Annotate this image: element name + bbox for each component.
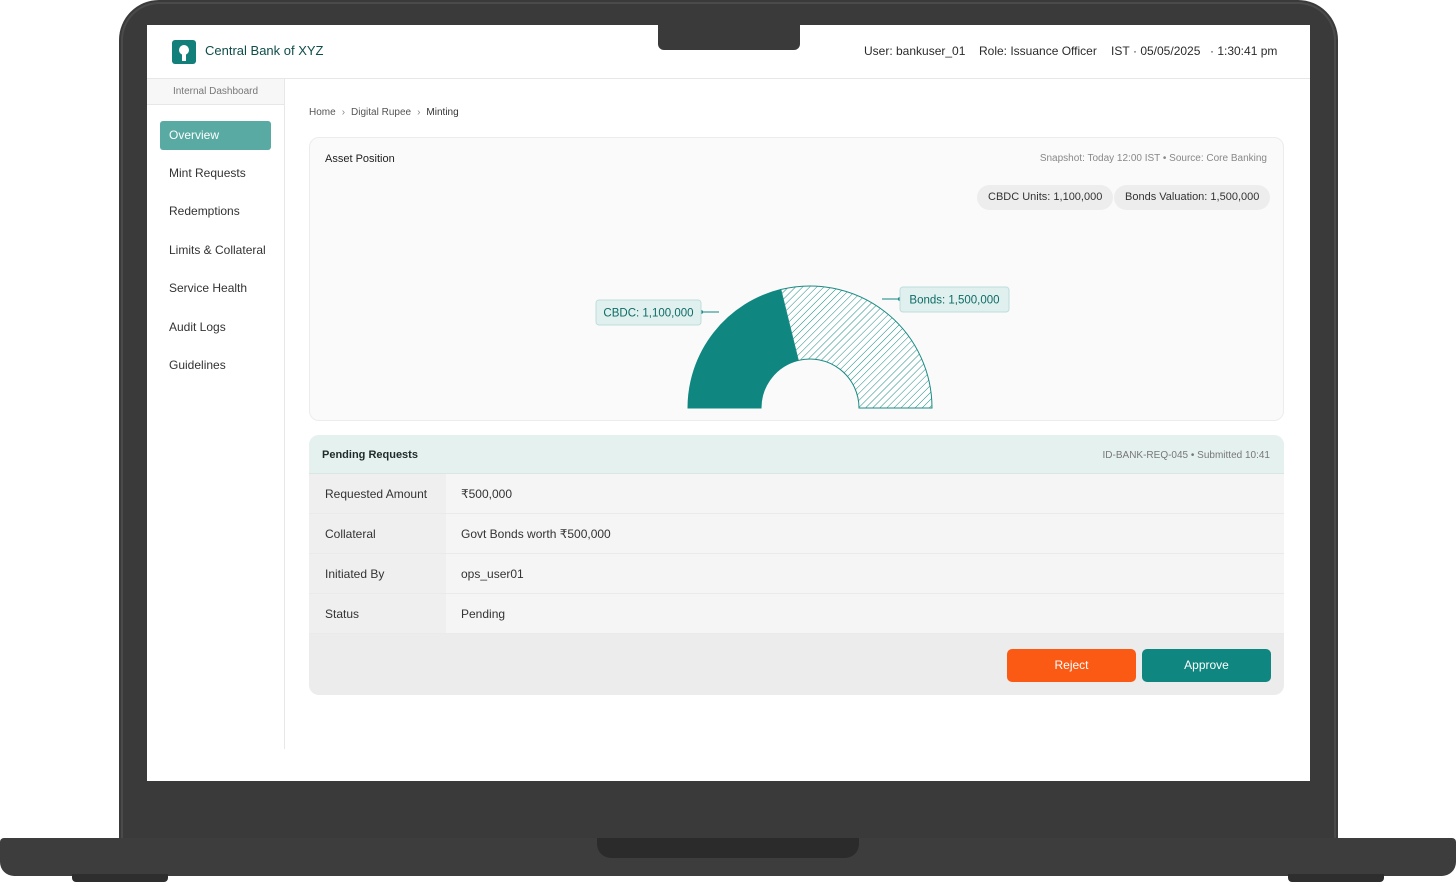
row-key: Status	[309, 594, 446, 633]
chevron-right-icon: ›	[341, 107, 346, 118]
time-label: · 1:30:41 pm	[1210, 44, 1278, 58]
brand-name: Central Bank of XYZ	[205, 43, 324, 58]
screen: Central Bank of XYZ User: bankuser_01 Ro…	[147, 25, 1310, 781]
laptop-foot-left	[72, 874, 168, 882]
row-key: Collateral	[309, 514, 446, 553]
sidebar-item-redemptions[interactable]: Redemptions	[160, 197, 271, 226]
pending-requests-header: Pending Requests ID-BANK-REQ-045 • Submi…	[309, 435, 1284, 474]
row-value: ops_user01	[446, 554, 1284, 593]
laptop-foot-right	[1288, 874, 1384, 882]
row-value: Govt Bonds worth ₹500,000	[446, 514, 1284, 553]
chevron-right-icon: ›	[417, 107, 421, 118]
bank-logo-icon	[172, 40, 196, 64]
breadcrumb-digital-rupee[interactable]: Digital Rupee	[351, 107, 411, 118]
row-key: Requested Amount	[309, 474, 446, 513]
breadcrumb-home[interactable]: Home	[309, 107, 336, 118]
data-label-bonds: Bonds: 1,500,000	[909, 295, 999, 307]
role-label: Role: Issuance Officer	[979, 44, 1097, 58]
sidebar-item-service-health[interactable]: Service Health	[160, 274, 271, 303]
cbdc-units-pill: CBDC Units: 1,100,000	[977, 185, 1114, 210]
sidebar: Internal Dashboard Overview Mint Request…	[147, 79, 285, 749]
user-label: User: bankuser_01	[864, 44, 966, 58]
date-label: · 05/05/2025	[1133, 44, 1201, 58]
asset-half-donut-chart: CBDC: 1,100,000 Bonds: 1,500,000	[595, 285, 1010, 409]
request-id-meta: ID-BANK-REQ-045 • Submitted 10:41	[1102, 450, 1270, 461]
asset-position-title: Asset Position	[325, 153, 395, 165]
breadcrumb-minting: Minting	[426, 107, 459, 118]
laptop-trackpad-notch	[597, 838, 859, 858]
pending-requests-card: Pending Requests ID-BANK-REQ-045 • Submi…	[309, 435, 1284, 695]
row-value: Pending	[446, 594, 1284, 633]
row-value: ₹500,000	[446, 474, 1284, 513]
sidebar-item-mint-requests[interactable]: Mint Requests	[160, 159, 271, 188]
asset-position-meta: Snapshot: Today 12:00 IST • Source: Core…	[1039, 153, 1267, 164]
sidebar-item-audit-logs[interactable]: Audit Logs	[160, 313, 271, 342]
row-key: Initiated By	[309, 554, 446, 593]
reject-button[interactable]: Reject	[1007, 649, 1136, 682]
breadcrumb: Home › Digital Rupee › Minting	[309, 107, 459, 118]
asset-position-card: Asset Position Snapshot: Today 12:00 IST…	[309, 137, 1284, 421]
timezone-label: IST	[1111, 44, 1130, 58]
table-row: Collateral Govt Bonds worth ₹500,000	[309, 514, 1284, 554]
sidebar-item-limits-collateral[interactable]: Limits & Collateral	[160, 236, 271, 265]
table-row: Status Pending	[309, 594, 1284, 634]
donut-slice-cbdc	[687, 288, 799, 409]
pending-requests-title: Pending Requests	[322, 449, 418, 461]
table-row: Requested Amount ₹500,000	[309, 474, 1284, 514]
sidebar-item-overview[interactable]: Overview	[160, 121, 271, 150]
bonds-valuation-pill: Bonds Valuation: 1,500,000	[1114, 185, 1271, 210]
data-label-cbdc: CBDC: 1,100,000	[603, 308, 693, 320]
sidebar-caption: Internal Dashboard	[147, 79, 284, 105]
request-details-table: Requested Amount ₹500,000 Collateral Gov…	[309, 474, 1284, 634]
table-row: Initiated By ops_user01	[309, 554, 1284, 594]
camera-notch	[658, 25, 800, 50]
approve-button[interactable]: Approve	[1142, 649, 1271, 682]
sidebar-item-guidelines[interactable]: Guidelines	[160, 351, 271, 380]
